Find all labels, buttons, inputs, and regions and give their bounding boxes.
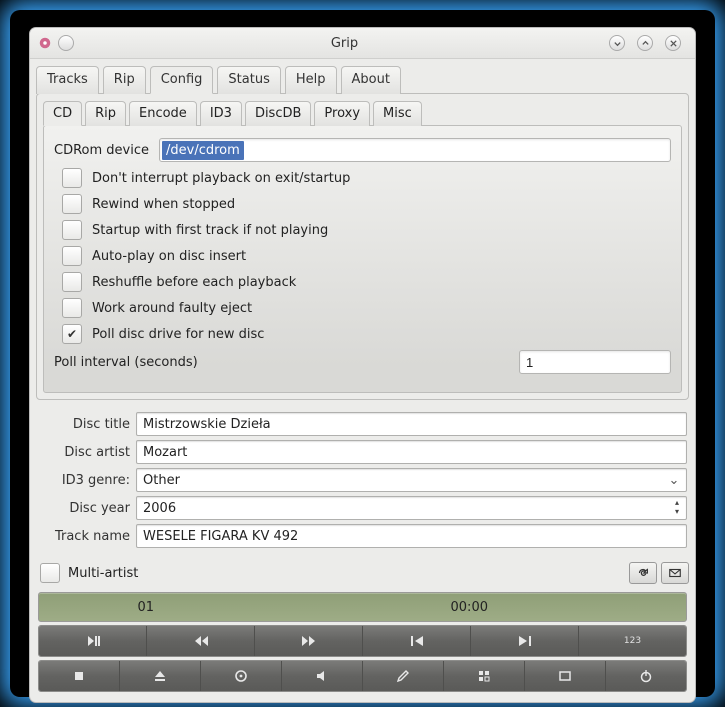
subtab-misc[interactable]: Misc (373, 101, 422, 126)
disc-title-value: Mistrzowskie Dzieła (143, 417, 271, 432)
disc-year-input[interactable]: 2006 ▴▾ (136, 496, 687, 520)
config-panel: CD Rip Encode ID3 DiscDB Proxy Misc CDRo… (36, 93, 689, 400)
eject-button[interactable] (120, 661, 201, 691)
counter-button[interactable]: 123 (579, 626, 686, 656)
disc-button[interactable] (201, 661, 282, 691)
year-spin-buttons[interactable]: ▴▾ (670, 498, 684, 518)
check-autoplay[interactable] (62, 246, 82, 266)
check-poll-drive[interactable] (62, 324, 82, 344)
transport-bar-2 (38, 660, 687, 692)
window-title: Grip (80, 36, 609, 51)
check-poll-drive-label: Poll disc drive for new disc (92, 327, 264, 342)
multi-artist-label: Multi-artist (68, 566, 138, 581)
volume-button[interactable] (282, 661, 363, 691)
window-button[interactable] (525, 661, 606, 691)
track-name-label: Track name (38, 529, 130, 544)
rewind-button[interactable] (147, 626, 255, 656)
poll-interval-label: Poll interval (seconds) (54, 355, 198, 370)
app-icon (38, 36, 52, 50)
subtab-id3[interactable]: ID3 (200, 101, 242, 126)
mail-button[interactable] (661, 562, 689, 584)
check-autoplay-label: Auto-play on disc insert (92, 249, 246, 264)
check-multi-artist[interactable] (40, 563, 60, 583)
check-reshuffle[interactable] (62, 272, 82, 292)
id3-genre-label: ID3 genre: (38, 473, 130, 488)
check-startup-first-label: Startup with first track if not playing (92, 223, 328, 238)
check-dont-interrupt-label: Don't interrupt playback on exit/startup (92, 171, 350, 186)
minimize-button[interactable] (609, 35, 625, 51)
check-rewind[interactable] (62, 194, 82, 214)
poll-interval-input[interactable] (519, 350, 671, 374)
disc-title-label: Disc title (38, 417, 130, 432)
grip-window: Grip Tracks Rip Config Status Help About… (30, 28, 695, 702)
disc-artist-value: Mozart (143, 445, 187, 460)
titlebar-button-left[interactable] (58, 35, 74, 51)
disc-year-label: Disc year (38, 501, 130, 516)
close-button[interactable] (665, 35, 681, 51)
check-faulty-eject-label: Work around faulty eject (92, 301, 252, 316)
cdrom-device-label: CDRom device (54, 143, 149, 158)
subtab-cd[interactable]: CD (43, 101, 82, 126)
disc-info: Disc title Mistrzowskie Dzieła Disc arti… (30, 406, 695, 560)
id3-genre-combo[interactable]: Other ⌄ (136, 468, 687, 492)
maximize-button[interactable] (637, 35, 653, 51)
cdrom-device-value: /dev/cdrom (162, 141, 244, 160)
progress-track: 01 (39, 593, 253, 621)
check-startup-first[interactable] (62, 220, 82, 240)
config-subtabstrip: CD Rip Encode ID3 DiscDB Proxy Misc (43, 100, 682, 125)
track-name-value: WESELE FIGARA KV 492 (143, 529, 298, 544)
chevron-down-icon: ⌄ (666, 472, 682, 488)
progress-time: 00:00 (253, 593, 687, 621)
disc-year-value: 2006 (143, 501, 176, 516)
edit-button[interactable] (363, 661, 444, 691)
tracks-button[interactable] (444, 661, 525, 691)
transport-bar-1: 123 (38, 625, 687, 657)
cdrom-device-input[interactable]: /dev/cdrom (159, 138, 671, 162)
next-track-button[interactable] (471, 626, 579, 656)
main-tabstrip: Tracks Rip Config Status Help About (36, 65, 689, 93)
disc-artist-label: Disc artist (38, 445, 130, 460)
cd-config-panel: CDRom device /dev/cdrom Don't interrupt … (43, 125, 682, 393)
tab-config[interactable]: Config (150, 66, 214, 94)
stop-button[interactable] (39, 661, 120, 691)
subtab-discdb[interactable]: DiscDB (245, 101, 311, 126)
tab-status[interactable]: Status (217, 66, 280, 94)
power-button[interactable] (606, 661, 686, 691)
subtab-encode[interactable]: Encode (129, 101, 197, 126)
fast-forward-button[interactable] (255, 626, 363, 656)
check-faulty-eject[interactable] (62, 298, 82, 318)
tab-help[interactable]: Help (285, 66, 337, 94)
disc-title-input[interactable]: Mistrzowskie Dzieła (136, 412, 687, 436)
refresh-button[interactable] (629, 562, 657, 584)
tab-tracks[interactable]: Tracks (36, 66, 99, 94)
tab-about[interactable]: About (341, 66, 401, 94)
check-reshuffle-label: Reshuffle before each playback (92, 275, 296, 290)
subtab-rip[interactable]: Rip (85, 101, 126, 126)
play-pause-button[interactable] (39, 626, 147, 656)
progress-bar[interactable]: 01 00:00 (38, 592, 687, 622)
disc-artist-input[interactable]: Mozart (136, 440, 687, 464)
check-rewind-label: Rewind when stopped (92, 197, 235, 212)
tab-rip[interactable]: Rip (103, 66, 146, 94)
subtab-proxy[interactable]: Proxy (314, 101, 370, 126)
check-dont-interrupt[interactable] (62, 168, 82, 188)
id3-genre-value: Other (143, 473, 180, 488)
titlebar: Grip (30, 28, 695, 59)
prev-track-button[interactable] (363, 626, 471, 656)
track-name-input[interactable]: WESELE FIGARA KV 492 (136, 524, 687, 548)
